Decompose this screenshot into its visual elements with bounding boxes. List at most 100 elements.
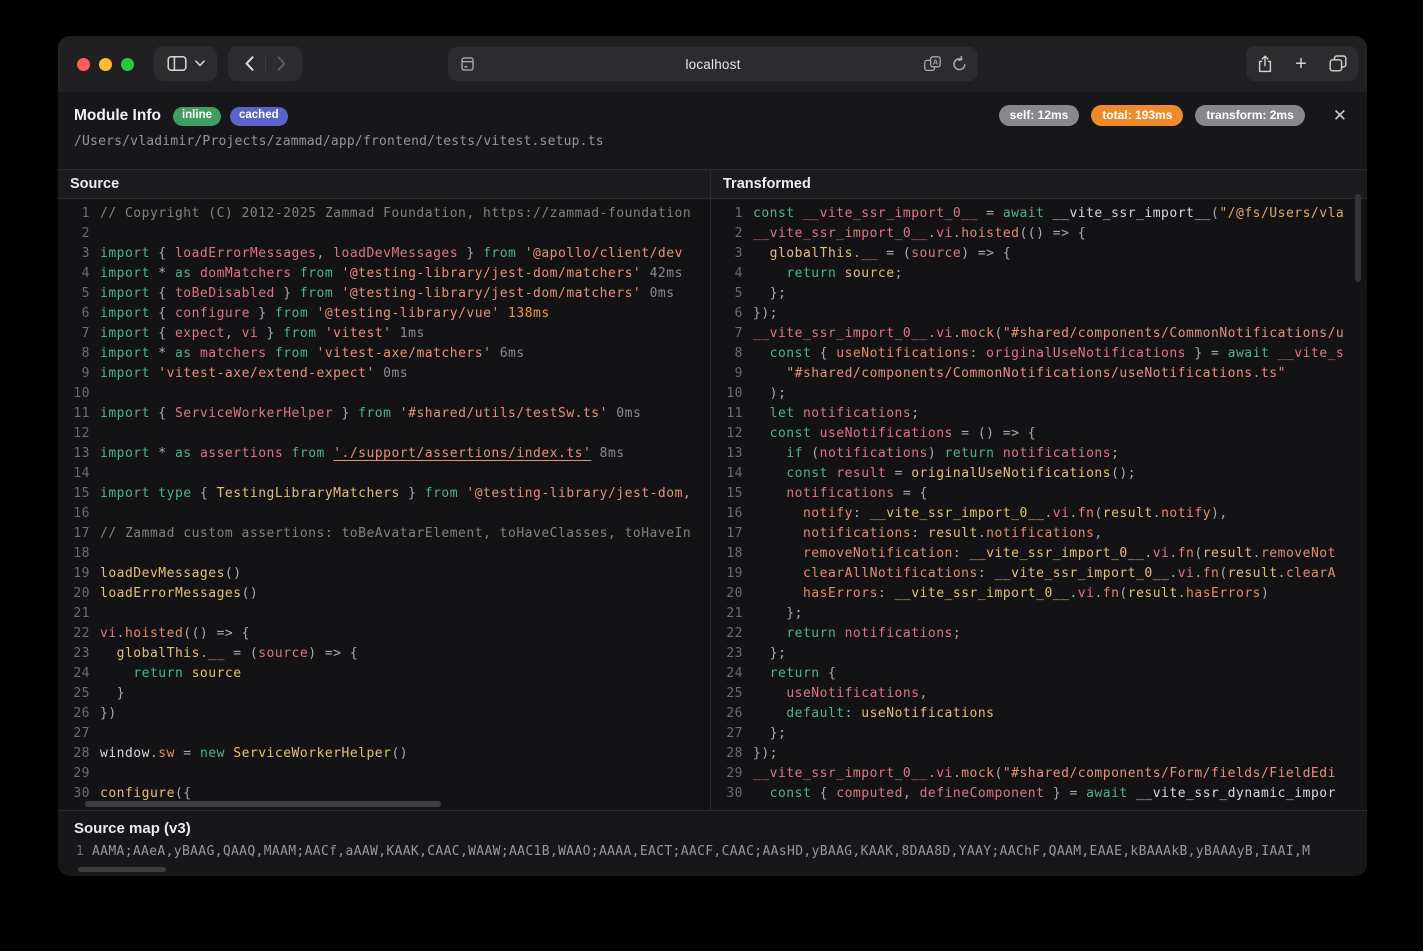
code-token: = () => { <box>953 424 1036 444</box>
close-icon[interactable]: ✕ <box>1329 105 1351 126</box>
code-line: 1// Copyright (C) 2012-2025 Zammad Found… <box>58 204 710 224</box>
address-bar[interactable]: localhost A <box>448 47 978 81</box>
code-token: 1ms <box>391 324 424 344</box>
code-token: removeNotification <box>803 544 953 564</box>
code-token: loadDevMessages <box>100 564 225 584</box>
source-code[interactable]: 1// Copyright (C) 2012-2025 Zammad Found… <box>58 199 710 810</box>
line-number: 7 <box>58 324 90 344</box>
new-tab-icon[interactable]: + <box>1295 54 1307 74</box>
code-token: = ( <box>878 244 911 264</box>
code-token: = ( <box>225 644 258 664</box>
code-token: . <box>953 224 961 244</box>
code-token <box>333 284 341 304</box>
code-line: 15import type { TestingLibraryMatchers }… <box>58 484 710 504</box>
sourcemap-line: 1 AAMA;AAeA,yBAAG,QAAQ,MAAM;AACf,aAAW,KA… <box>58 844 1367 859</box>
source-panel-title: Source <box>58 170 710 199</box>
line-number: 19 <box>711 564 743 584</box>
code-token: . <box>1178 584 1186 604</box>
code-token: : <box>845 704 862 724</box>
code-token: source <box>911 244 961 264</box>
code-line: 21 <box>58 604 710 624</box>
back-icon[interactable] <box>234 56 265 71</box>
source-horizontal-scrollbar[interactable] <box>85 801 441 807</box>
code-token: * <box>150 264 175 284</box>
reload-icon[interactable] <box>952 56 967 77</box>
code-line: 20loadErrorMessages() <box>58 584 710 604</box>
code-token <box>100 664 133 684</box>
code-line: 5import { toBeDisabled } from '@testing-… <box>58 284 710 304</box>
sourcemap-line-number: 1 <box>58 844 84 859</box>
browser-window: localhost A + <box>58 36 1367 876</box>
code-token: from <box>275 304 308 324</box>
line-number: 19 <box>58 564 90 584</box>
code-token: . <box>928 324 936 344</box>
code-token <box>753 684 786 704</box>
code-token: . <box>978 524 986 544</box>
line-number: 4 <box>58 264 90 284</box>
code-token: vi <box>1153 544 1170 564</box>
line-number: 8 <box>711 344 743 364</box>
line-number: 28 <box>58 744 90 764</box>
line-number: 23 <box>58 644 90 664</box>
source-link[interactable]: './support/assertions/index.ts' <box>333 444 591 464</box>
traffic-light-close[interactable] <box>77 58 90 71</box>
code-line: 23 }; <box>711 644 1367 664</box>
line-number: 26 <box>58 704 90 724</box>
traffic-light-minimize[interactable] <box>99 58 112 71</box>
code-token: : <box>911 524 928 544</box>
code-line: 24 return source <box>58 664 710 684</box>
code-line: 20 hasErrors: __vite_ssr_import_0__.vi.f… <box>711 584 1367 604</box>
code-token: ), <box>1211 504 1228 524</box>
code-token: }); <box>753 744 778 764</box>
translate-icon[interactable]: A <box>924 56 941 77</box>
line-number: 11 <box>711 404 743 424</box>
code-token: '@testing-library/jest-dom, <box>466 484 691 504</box>
code-token: ( <box>1211 204 1219 224</box>
module-badges: inlinecached <box>173 105 297 126</box>
code-token <box>516 244 524 264</box>
code-token: notifications <box>803 404 911 424</box>
code-line: 17 notifications: result.notifications, <box>711 524 1367 544</box>
line-number: 1 <box>58 204 90 224</box>
code-token: '#shared/utils/testSw.ts' <box>400 404 608 424</box>
code-token: return <box>786 264 836 284</box>
code-token <box>192 444 200 464</box>
code-token: } <box>458 244 483 264</box>
code-token <box>391 404 399 424</box>
code-token: notify <box>803 504 853 524</box>
code-panels: Source 1// Copyright (C) 2012-2025 Zamma… <box>58 169 1367 810</box>
line-number: 2 <box>58 224 90 244</box>
code-token <box>753 584 803 604</box>
code-token <box>1044 204 1052 224</box>
share-icon[interactable] <box>1257 55 1273 73</box>
forward-icon[interactable] <box>266 56 297 71</box>
code-token: ( <box>1119 584 1127 604</box>
code-token: result <box>928 524 978 544</box>
code-token: vi <box>936 224 953 244</box>
line-number: 17 <box>711 524 743 544</box>
code-token: __vite_ssr_import_0__ <box>753 324 928 344</box>
transformed-code[interactable]: 1const __vite_ssr_import_0__ = await __v… <box>711 199 1367 810</box>
traffic-light-maximize[interactable] <box>121 58 134 71</box>
tab-overview-icon[interactable] <box>1329 55 1347 72</box>
line-number: 14 <box>58 464 90 484</box>
url-text: localhost <box>448 57 978 72</box>
code-token: = { <box>895 484 928 504</box>
code-line: 26 default: useNotifications <box>711 704 1367 724</box>
line-number: 24 <box>58 664 90 684</box>
code-token: originalUseNotifications <box>911 464 1111 484</box>
code-token: (); <box>1111 464 1136 484</box>
code-token: . <box>1069 584 1077 604</box>
code-token: sw <box>158 744 175 764</box>
transformed-vertical-scrollbar[interactable] <box>1355 194 1361 282</box>
code-token <box>753 344 770 364</box>
code-line: 27 }; <box>711 724 1367 744</box>
sourcemap-horizontal-scrollbar[interactable] <box>78 867 166 872</box>
sourcemap-section: Source map (v3) 1 AAMA;AAeA,yBAAG,QAAQ,M… <box>58 810 1367 876</box>
line-number: 17 <box>58 524 90 544</box>
code-token: const <box>770 784 812 804</box>
code-token: : <box>970 344 987 364</box>
code-token: const <box>770 424 812 444</box>
code-token: hoisted <box>961 224 1019 244</box>
sidebar-toggle-button[interactable] <box>154 46 217 81</box>
